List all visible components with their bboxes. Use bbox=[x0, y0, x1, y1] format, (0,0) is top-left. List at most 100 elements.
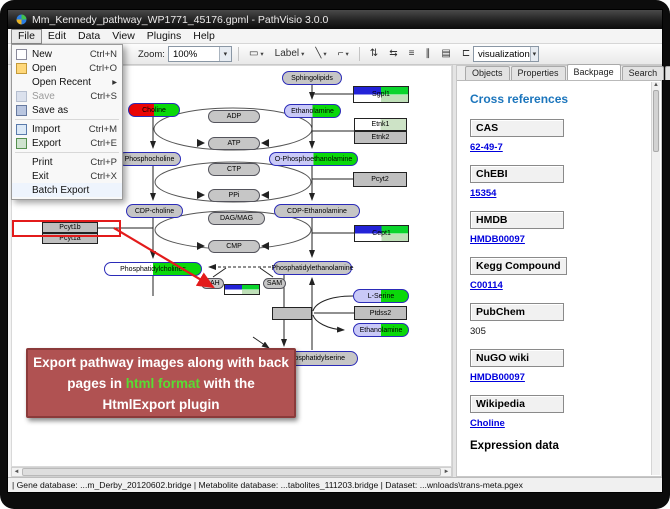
shortcut-label: Ctrl+O bbox=[89, 63, 117, 74]
file-menu-item-export[interactable]: ExportCtrl+E bbox=[12, 136, 122, 150]
crossref-link[interactable]: C00114 bbox=[470, 280, 651, 291]
stack-vertical-button[interactable]: ▤ bbox=[437, 46, 454, 63]
node-etnk2[interactable]: Etnk2 bbox=[354, 131, 407, 144]
node-ethanolamine[interactable]: Ethanolamine bbox=[284, 104, 341, 118]
chevron-down-icon: ▾ bbox=[346, 50, 349, 58]
stack-horizontal-button[interactable]: ⊏ bbox=[458, 46, 474, 63]
node-ethanolamine[interactable]: Ethanolamine bbox=[353, 323, 409, 337]
none-icon bbox=[16, 171, 27, 182]
menu-data[interactable]: Data bbox=[72, 29, 106, 43]
node-l-serine[interactable]: L-Serine bbox=[353, 289, 409, 303]
file-menu-item-open-recent[interactable]: Open Recent▸ bbox=[12, 75, 122, 89]
annotation-text: with the bbox=[200, 376, 255, 391]
backpage-content[interactable]: Cross references CAS62-49-7ChEBI15354HMD… bbox=[458, 82, 651, 475]
label-tool-button[interactable]: Label▾ bbox=[271, 46, 309, 63]
scroll-thumb[interactable] bbox=[22, 468, 441, 476]
tab-search[interactable]: Search bbox=[622, 66, 665, 80]
pemt-genebox[interactable] bbox=[224, 284, 260, 295]
file-menu-item-label: Export bbox=[32, 138, 85, 149]
menu-edit[interactable]: Edit bbox=[42, 29, 72, 43]
zoom-combo[interactable]: 100% ▾ bbox=[168, 46, 232, 62]
status-text: | Gene database: ...m_Derby_20120602.bri… bbox=[12, 480, 523, 490]
node-etnk1[interactable]: Etnk1 bbox=[354, 118, 407, 131]
scroll-left-icon[interactable]: ◄ bbox=[12, 469, 21, 475]
node-pcyt2[interactable]: Pcyt2 bbox=[353, 172, 407, 187]
align-center-button[interactable]: ⇅ bbox=[366, 46, 382, 63]
save-as-icon bbox=[16, 105, 27, 116]
file-menu-item-exit[interactable]: ExitCtrl+X bbox=[12, 169, 122, 183]
node-ctp[interactable]: CTP bbox=[208, 163, 260, 176]
canvas-hscrollbar[interactable]: ◄ ► bbox=[11, 467, 452, 477]
file-menu-item-save[interactable]: SaveCtrl+S bbox=[12, 89, 122, 103]
window-title: Mm_Kennedy_pathway_WP1771_45176.gpml - P… bbox=[32, 14, 328, 26]
tab-properties[interactable]: Properties bbox=[511, 66, 566, 80]
annotation-text: HtmlExport plugin bbox=[103, 397, 220, 412]
toolbar-separator bbox=[359, 47, 360, 61]
node-phosphocholine[interactable]: Phosphocholine bbox=[118, 152, 181, 166]
file-menu-item-save-as[interactable]: Save as bbox=[12, 103, 122, 117]
crossref-link[interactable]: 62-49-7 bbox=[470, 142, 651, 153]
crossref-link[interactable]: 15354 bbox=[470, 188, 651, 199]
node-sgpl1[interactable]: Sgpl1 bbox=[353, 86, 409, 103]
annotation-line-3: HtmlExport plugin bbox=[28, 394, 294, 415]
panel-scrollbar[interactable]: ▲ bbox=[651, 82, 660, 475]
crossref-section-nugo-wiki: NuGO wikiHMDB00097 bbox=[470, 348, 651, 383]
menu-plugins[interactable]: Plugins bbox=[141, 29, 187, 43]
expression-data-heading: Expression data bbox=[470, 440, 651, 452]
crossref-link[interactable]: HMDB00097 bbox=[470, 372, 651, 383]
file-menu-item-print[interactable]: PrintCtrl+P bbox=[12, 155, 122, 169]
menu-help[interactable]: Help bbox=[187, 29, 221, 43]
node-cept1[interactable]: Cept1 bbox=[354, 225, 409, 242]
toolbar-tools: ▭▾Label▾╲▾⌐▾ bbox=[245, 46, 353, 63]
scroll-thumb[interactable] bbox=[653, 90, 659, 152]
node-label: CTP bbox=[227, 166, 241, 173]
crossref-link[interactable]: Choline bbox=[470, 418, 651, 429]
node-phosphatidylethanolamine[interactable]: Phosphatidylethanolamine bbox=[273, 261, 352, 275]
node-cdp-choline[interactable]: CDP-choline bbox=[126, 204, 183, 218]
node-sah[interactable]: SAH bbox=[201, 278, 224, 289]
tab-legend[interactable]: Legend bbox=[665, 66, 670, 80]
node-sphingolipids[interactable]: Sphingolipids bbox=[282, 71, 342, 85]
visualization-combo[interactable]: visualization ▾ bbox=[473, 46, 539, 62]
line-tool-button[interactable]: ╲▾ bbox=[311, 46, 330, 63]
open-folder-icon bbox=[16, 63, 27, 74]
node-cmp[interactable]: CMP bbox=[208, 240, 260, 253]
tab-objects[interactable]: Objects bbox=[465, 66, 510, 80]
file-menu-item-batch-export[interactable]: Batch Export bbox=[12, 183, 122, 197]
none-icon bbox=[16, 77, 27, 88]
node-sam[interactable]: SAM bbox=[263, 278, 286, 289]
file-menu-item-open[interactable]: OpenCtrl+O bbox=[12, 61, 122, 75]
node-atp[interactable]: ATP bbox=[208, 137, 260, 150]
node-label: SAH bbox=[205, 280, 219, 287]
distribute-rows-button[interactable]: ≡ bbox=[405, 46, 419, 63]
align-middle-button[interactable]: ⇆ bbox=[385, 46, 401, 63]
node-ptdss2[interactable]: Ptdss2 bbox=[354, 306, 407, 320]
crossref-header: PubChem bbox=[470, 303, 564, 321]
node-ppi[interactable]: PPi bbox=[208, 189, 260, 202]
menu-view[interactable]: View bbox=[106, 29, 141, 43]
connector-tool-button[interactable]: ⌐▾ bbox=[334, 46, 353, 63]
tab-backpage[interactable]: Backpage bbox=[567, 64, 621, 80]
zoom-value: 100% bbox=[173, 49, 197, 60]
crossref-link[interactable]: HMDB00097 bbox=[470, 234, 651, 245]
hidden-genebox[interactable] bbox=[272, 307, 312, 320]
node-adp[interactable]: ADP bbox=[208, 110, 260, 123]
file-menu-item-new[interactable]: NewCtrl+N bbox=[12, 47, 122, 61]
title-bar[interactable]: Mm_Kennedy_pathway_WP1771_45176.gpml - P… bbox=[8, 10, 662, 29]
node-o-phosphoethanolamine[interactable]: O-Phosphoethanolamine bbox=[269, 152, 358, 166]
annotation-line-1: Export pathway images along with back bbox=[28, 352, 294, 373]
node-choline[interactable]: Choline bbox=[128, 103, 180, 117]
distribute-columns-button[interactable]: ∥ bbox=[421, 46, 434, 63]
node-dag-mag[interactable]: DAG/MAG bbox=[208, 212, 265, 225]
scroll-up-icon[interactable]: ▲ bbox=[652, 82, 660, 88]
chevron-down-icon: ▾ bbox=[323, 50, 326, 58]
node-cdp-ethanolamine[interactable]: CDP-Ethanolamine bbox=[274, 204, 360, 218]
node-phosphatidylcholines[interactable]: Phosphatidylcholines bbox=[104, 262, 202, 276]
node-label: ATP bbox=[227, 140, 240, 147]
file-menu: NewCtrl+NOpenCtrl+OOpen Recent▸SaveCtrl+… bbox=[11, 44, 123, 200]
menu-file[interactable]: File bbox=[11, 29, 42, 44]
graphics-tool-button[interactable]: ▭▾ bbox=[245, 46, 268, 63]
crossref-section-hmdb: HMDBHMDB00097 bbox=[470, 210, 651, 245]
scroll-right-icon[interactable]: ► bbox=[442, 469, 451, 475]
file-menu-item-import[interactable]: ImportCtrl+M bbox=[12, 122, 122, 136]
